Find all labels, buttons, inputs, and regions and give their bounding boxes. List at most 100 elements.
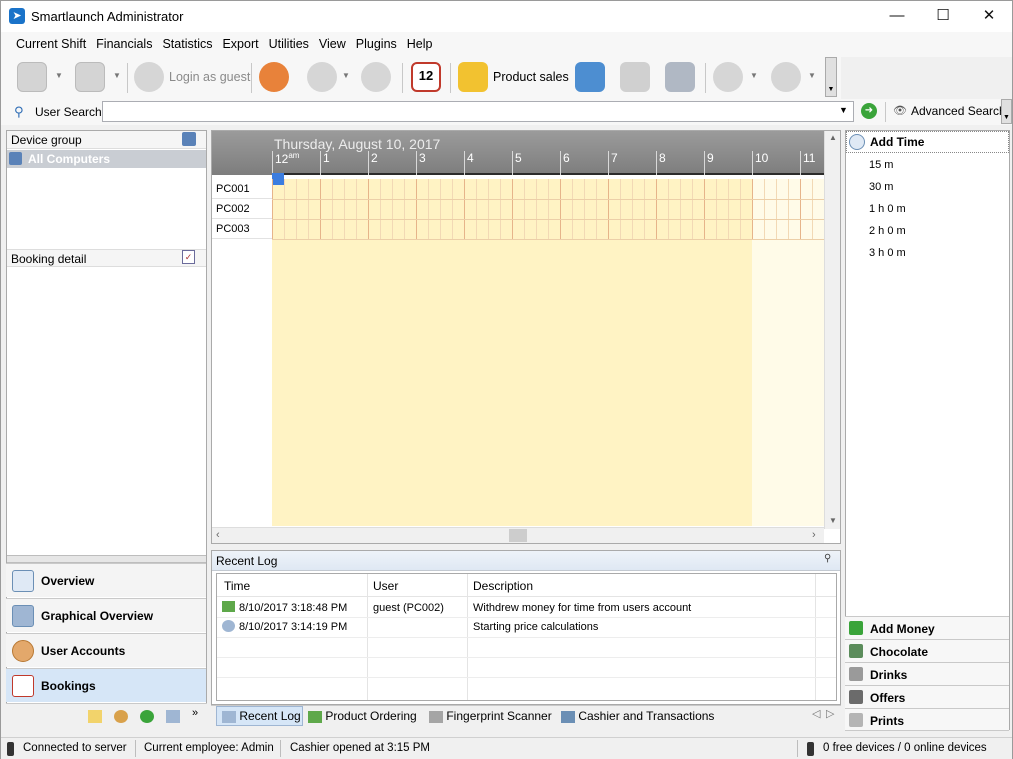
grid-line xyxy=(572,179,573,239)
menu-utilities[interactable]: Utilities xyxy=(264,32,314,57)
time-option[interactable]: 2 h 0 m xyxy=(869,225,906,237)
user-orange-icon[interactable] xyxy=(259,62,289,92)
pc-row-label[interactable]: PC003 xyxy=(212,219,272,239)
clock-icon xyxy=(849,134,865,150)
grid-line xyxy=(380,179,381,239)
offers-button[interactable]: Offers xyxy=(845,685,1009,708)
menu-view[interactable]: View xyxy=(314,32,351,57)
chocolate-button[interactable]: Chocolate xyxy=(845,639,1009,662)
search-overflow-button[interactable]: ▼ xyxy=(1001,99,1012,124)
network-icon[interactable] xyxy=(182,132,196,146)
splitter-handle[interactable] xyxy=(7,555,206,563)
grid-line xyxy=(500,179,501,239)
grid-line xyxy=(476,179,477,239)
chevron-down-icon[interactable]: ▼ xyxy=(55,71,63,80)
checklist-icon[interactable]: ✓ xyxy=(182,250,195,264)
add-time-header[interactable]: Add Time xyxy=(846,131,1009,153)
device-group-label: Device group xyxy=(11,133,82,147)
chevron-down-icon[interactable]: ▼ xyxy=(342,71,350,80)
column-time[interactable]: Time xyxy=(224,579,250,593)
user-search-input[interactable] xyxy=(102,101,854,122)
more-chevron-icon[interactable]: » xyxy=(192,707,198,719)
chevron-down-icon[interactable]: ▼ xyxy=(113,71,121,80)
tab-cashier-transactions[interactable]: Cashier and Transactions xyxy=(561,706,714,726)
time-option[interactable]: 3 h 0 m xyxy=(869,247,906,259)
tab-cashier-transactions-label: Cashier and Transactions xyxy=(578,709,715,723)
tab-scroll-right-icon[interactable]: ▷ xyxy=(826,707,834,720)
add-time-label: Add Time xyxy=(870,135,925,149)
time-option[interactable]: 30 m xyxy=(869,181,893,193)
time-option[interactable]: 1 h 0 m xyxy=(869,203,906,215)
chevron-down-icon[interactable]: ▼ xyxy=(750,71,758,80)
connection-status: Connected to server xyxy=(23,742,127,754)
tab-recent-log[interactable]: Recent Log xyxy=(216,706,303,726)
remote-monitor-icon[interactable] xyxy=(75,62,105,92)
maximize-button[interactable]: ☐ xyxy=(920,1,966,32)
menu-export[interactable]: Export xyxy=(217,32,263,57)
go-arrow-icon[interactable]: ➜ xyxy=(861,103,877,119)
nav-user-accounts[interactable]: User Accounts xyxy=(6,633,206,667)
user-chat-icon[interactable] xyxy=(771,62,801,92)
pc-row-label[interactable]: PC001 xyxy=(212,179,272,199)
vertical-scrollbar[interactable]: ▲ ▼ xyxy=(824,131,840,529)
user-lock-icon[interactable] xyxy=(307,62,337,92)
users-money-icon[interactable] xyxy=(114,710,128,723)
add-money-button[interactable]: Add Money xyxy=(845,616,1009,639)
pin-icon[interactable]: ⚲ xyxy=(824,553,831,564)
nav-overview[interactable]: Overview xyxy=(6,563,206,597)
report-icon[interactable] xyxy=(166,710,180,723)
headset-user-icon[interactable] xyxy=(713,62,743,92)
minimize-button[interactable]: — xyxy=(874,1,920,32)
tab-scroll-left-icon[interactable]: ◁ xyxy=(812,707,820,720)
login-guest-button[interactable]: Login as guest xyxy=(169,70,250,84)
booking-detail-label: Booking detail xyxy=(11,252,87,266)
notes-icon[interactable] xyxy=(88,710,102,723)
guest-users-icon[interactable] xyxy=(134,62,164,92)
hour-tick xyxy=(272,151,273,175)
horizontal-scrollbar[interactable]: ‹ › xyxy=(212,527,824,543)
user-add-icon[interactable] xyxy=(140,710,154,723)
tab-product-ordering[interactable]: Product Ordering xyxy=(308,706,417,726)
toolbar-overflow-button[interactable]: ▼ xyxy=(825,57,837,97)
menu-current-shift[interactable]: Current Shift xyxy=(11,32,91,57)
shopping-bag-icon[interactable] xyxy=(458,62,488,92)
hour-label: 9 xyxy=(707,151,714,165)
nav-graphical-overview[interactable]: Graphical Overview xyxy=(6,598,206,632)
calendar-add-icon[interactable]: 12 xyxy=(411,62,441,92)
scroll-thumb[interactable] xyxy=(509,529,527,542)
row-line xyxy=(272,199,824,200)
cash-register-icon[interactable] xyxy=(575,62,605,92)
time-option[interactable]: 15 m xyxy=(869,159,893,171)
printer-icon[interactable] xyxy=(620,62,650,92)
hour-tick xyxy=(512,151,513,175)
menu-statistics[interactable]: Statistics xyxy=(157,32,217,57)
chevron-down-icon[interactable]: ▼ xyxy=(808,71,816,80)
close-button[interactable]: ✕ xyxy=(966,1,1012,32)
drinks-button[interactable]: Drinks xyxy=(845,662,1009,685)
menu-plugins[interactable]: Plugins xyxy=(351,32,402,57)
menu-financials[interactable]: Financials xyxy=(91,32,157,57)
hour-tick xyxy=(320,151,321,175)
user-clock-icon[interactable] xyxy=(361,62,391,92)
column-user[interactable]: User xyxy=(373,579,398,593)
device-group-header: Device group xyxy=(7,131,206,149)
offers-icon xyxy=(849,690,863,704)
grid-line xyxy=(464,179,465,239)
toolbar-separator xyxy=(402,63,403,93)
tab-fingerprint-scanner[interactable]: Fingerprint Scanner xyxy=(429,706,552,726)
prints-button[interactable]: Prints xyxy=(845,708,1009,731)
menu-help[interactable]: Help xyxy=(402,32,438,57)
chevron-down-icon[interactable]: ▼ xyxy=(839,105,848,115)
column-description[interactable]: Description xyxy=(473,579,533,593)
product-sales-button[interactable]: Product sales xyxy=(493,70,569,84)
joystick-icon[interactable] xyxy=(665,62,695,92)
hour-tick xyxy=(608,151,609,175)
advanced-search-button[interactable]: Advanced Search xyxy=(911,104,1006,118)
grid-line xyxy=(272,179,273,239)
hour-tick xyxy=(656,151,657,175)
all-computers-item[interactable]: All Computers xyxy=(7,150,206,168)
monitor-icon[interactable] xyxy=(17,62,47,92)
nav-bookings[interactable]: Bookings xyxy=(6,668,206,702)
pc-row-label[interactable]: PC002 xyxy=(212,199,272,219)
grid-line xyxy=(524,179,525,239)
